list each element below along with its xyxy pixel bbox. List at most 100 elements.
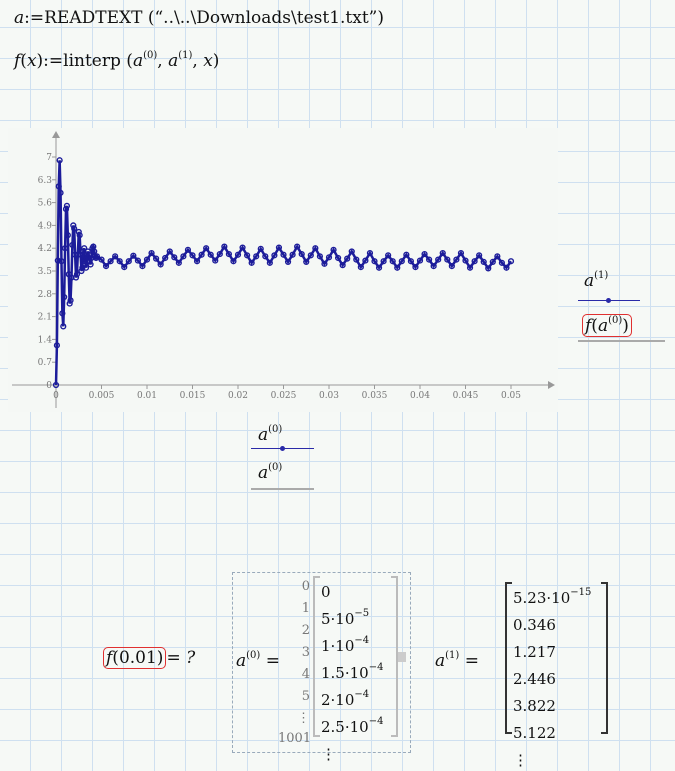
var-a: a xyxy=(14,8,25,28)
exponent: −4 xyxy=(368,662,384,673)
mantissa: 5·10 xyxy=(321,610,355,628)
row-index: 1001 xyxy=(278,731,312,746)
matrix-cell: 2.5·10−4 xyxy=(321,711,383,738)
exponent: −4 xyxy=(354,635,370,646)
x-tick-label: 0.025 xyxy=(271,391,297,401)
x-axis-expression-2[interactable]: a(0) xyxy=(258,462,282,483)
row-index: 3 xyxy=(301,645,310,660)
y-tick-label: 3.5 xyxy=(38,267,53,277)
arg-a0: a xyxy=(132,51,144,71)
matrix-cell: 5.23·10−15 xyxy=(513,582,591,609)
row-index: 1 xyxy=(301,601,310,616)
mantissa: 5.23·10 xyxy=(513,589,571,607)
matrix-cell: 0.346 xyxy=(513,609,591,636)
a1-label: a(1) = xyxy=(435,650,479,671)
exponent: −4 xyxy=(354,689,370,700)
func: f xyxy=(106,648,113,668)
a1-right-bracket xyxy=(601,582,608,734)
paren: ( xyxy=(142,8,155,28)
a0-values: 0 5·10−5 1·10−4 1.5·10−4 2·10−4 2.5·10−4 ⋮ xyxy=(321,576,383,765)
y-axis-arrow-icon xyxy=(52,131,60,138)
y-axis-expression-2[interactable]: f(a(0)) xyxy=(582,314,632,337)
xy-plot[interactable]: 0 0.7 1.4 2.1 2.8 3.5 4.2 4.9 5.6 6.3 7 0 0.005 0.01 0… xyxy=(8,128,558,412)
row-index: ⋮ xyxy=(297,711,310,726)
mantissa: ⋮ xyxy=(513,751,528,769)
paren: ) xyxy=(377,8,385,28)
y-tick-label: 0 xyxy=(46,381,52,391)
func-name: linterp xyxy=(63,51,121,71)
paren: ) xyxy=(212,51,220,71)
comma: , xyxy=(192,51,204,71)
x-tick-label: 0.035 xyxy=(362,391,388,401)
x-axis-expression-1[interactable]: a(0) xyxy=(258,424,282,445)
matrix-cell: 2.446 xyxy=(513,663,591,690)
row-index: 0 xyxy=(301,579,310,594)
y-tick-label: 2.8 xyxy=(38,290,53,300)
label: a xyxy=(584,271,595,291)
y-tick-label: 0.7 xyxy=(38,358,53,368)
exponent: −5 xyxy=(354,608,370,619)
evaluation-f-0.01[interactable]: f(0.01) = ? xyxy=(103,647,196,669)
x-tick-label: 0 xyxy=(53,391,59,401)
matrix-cell: ⋮ xyxy=(513,744,591,771)
arg: a xyxy=(597,316,609,336)
matrix-cell: 1.217 xyxy=(513,636,591,663)
linterp-definition[interactable]: f(x):=linterp (a(0), a(1), x) xyxy=(14,50,219,71)
matrix-resize-handle[interactable] xyxy=(398,652,406,662)
eq: = xyxy=(464,651,479,671)
sup: (1) xyxy=(178,50,193,61)
a1-left-bracket xyxy=(505,582,512,734)
y-tick-label: 1.4 xyxy=(38,335,53,345)
readtext-definition[interactable]: a:=READTEXT (“..\..\Downloads\test1.txt”… xyxy=(14,8,384,28)
trace-legend-marker xyxy=(606,298,611,303)
a0-right-bracket xyxy=(391,576,398,737)
matrix-cell: 1·10−4 xyxy=(321,630,383,657)
file-path: “..\..\Downloads\test1.txt” xyxy=(154,8,378,28)
y-axis-placeholder-line xyxy=(578,340,665,342)
y-axis-expression-1[interactable]: a(1) xyxy=(584,270,608,291)
mantissa: 0.346 xyxy=(513,616,556,634)
y-tick-label: 4.9 xyxy=(38,221,53,231)
mantissa: 1.5·10 xyxy=(321,664,369,682)
arg-a1: a xyxy=(168,51,179,71)
x-tick-label: 0.04 xyxy=(410,391,430,401)
exponent: −15 xyxy=(570,587,592,598)
x-tick-label: 0.015 xyxy=(180,391,206,401)
x-tick-label: 0.01 xyxy=(137,391,157,401)
assign-op: := xyxy=(43,51,64,71)
matrix-cell: 5.122 xyxy=(513,717,591,744)
matrix-cell: 5·10−5 xyxy=(321,603,383,630)
data-trace-line xyxy=(54,160,513,386)
mantissa: 1·10 xyxy=(321,637,355,655)
matrix-cell: ⋮ xyxy=(321,738,383,765)
x-tick-label: 0.005 xyxy=(89,391,115,401)
x-axis-arrow-icon xyxy=(548,381,555,389)
x-tick-label: 0.03 xyxy=(319,391,339,401)
undefined-expression[interactable]: f(0.01) xyxy=(103,647,167,669)
matrix-cell: 0 xyxy=(321,576,383,603)
sup: (0) xyxy=(268,424,283,435)
paren: ) xyxy=(622,316,629,336)
mantissa: 2.5·10 xyxy=(321,718,369,736)
y-tick-label: 6.3 xyxy=(38,176,53,186)
a0-index-column: 0 1 2 3 4 5 ⋮ 1001 xyxy=(278,576,311,748)
y-tick-label: 4.2 xyxy=(38,244,52,254)
func-name: READTEXT xyxy=(44,8,143,28)
label: a xyxy=(258,463,269,483)
chart-svg: 0 0.7 1.4 2.1 2.8 3.5 4.2 4.9 5.6 6.3 7 0 0.005 0.01 0… xyxy=(12,131,555,408)
row-index: 5 xyxy=(301,689,310,704)
a0-left-bracket xyxy=(313,576,320,737)
matrix-cell: 3.822 xyxy=(513,690,591,717)
assign-op: := xyxy=(24,8,45,28)
x-legend-marker xyxy=(280,446,285,451)
a1-values[interactable]: 5.23·10−15 0.346 1.217 2.446 3.822 5.122 ⋮ xyxy=(513,582,591,771)
comma: , xyxy=(157,51,169,71)
y-tick-label: 7 xyxy=(46,153,52,163)
x-tick-label: 0.05 xyxy=(501,391,521,401)
arg: 0.01 xyxy=(118,648,157,668)
mantissa: 5.122 xyxy=(513,724,556,742)
row-index: 4 xyxy=(301,667,310,682)
matrix-cell: 1.5·10−4 xyxy=(321,657,383,684)
result: = ? xyxy=(166,648,196,668)
sup: (0) xyxy=(143,50,158,61)
